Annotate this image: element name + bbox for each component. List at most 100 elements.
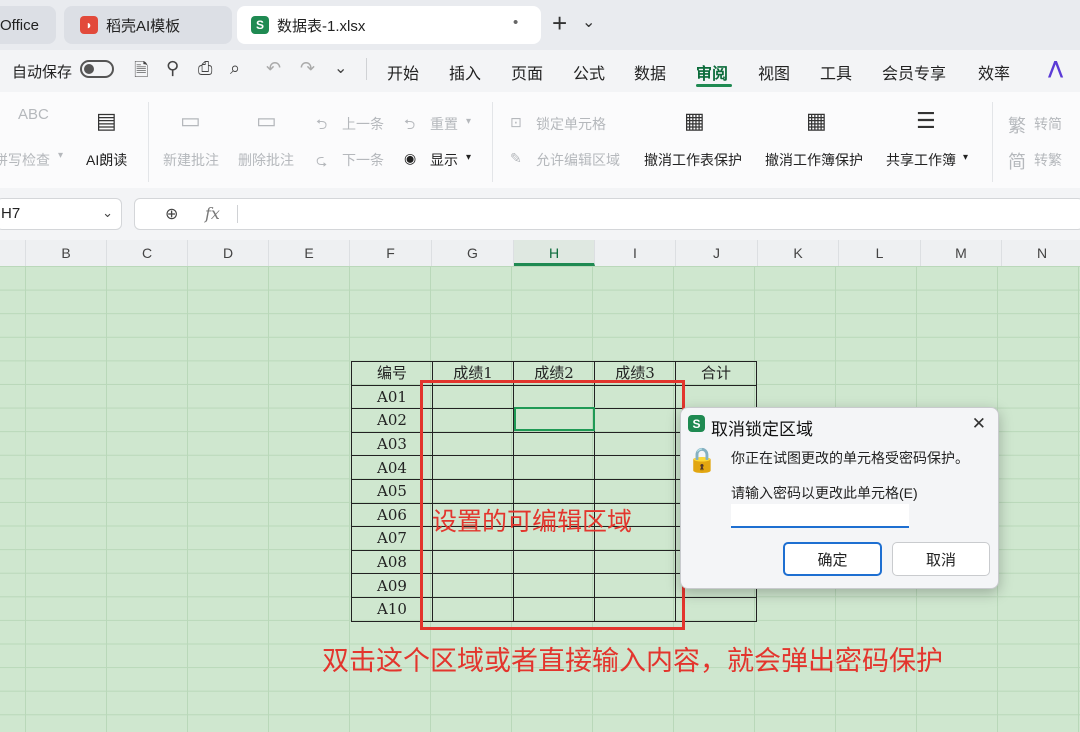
- more-chevron-icon[interactable]: ⌄: [334, 58, 347, 78]
- new-comment-button[interactable]: 新建批注: [163, 150, 219, 170]
- menu-page[interactable]: 页面: [511, 60, 543, 84]
- column-header-d[interactable]: D: [188, 240, 269, 266]
- menu-view[interactable]: 视图: [758, 60, 790, 84]
- name-box[interactable]: H7 ⌄: [0, 198, 122, 230]
- menu-tools[interactable]: 工具: [820, 60, 852, 84]
- spreadsheet-icon: S: [251, 16, 269, 34]
- instruction-annotation: 双击这个区域或者直接输入内容，就会弹出密码保护: [322, 646, 943, 676]
- autosave-label: 自动保存: [12, 64, 73, 81]
- dialog-message: 你正在试图更改的单元格受密码保护。: [731, 450, 969, 466]
- delete-comment-icon: ▭: [256, 108, 277, 133]
- new-tab-button[interactable]: +: [552, 8, 567, 39]
- spell-check-button[interactable]: 拼写检查: [0, 150, 50, 170]
- unprotect-sheet-button[interactable]: 撤消工作表保护: [644, 150, 742, 170]
- unsaved-dot-icon: •: [513, 14, 519, 31]
- lock-cell-icon: ⊡: [510, 114, 522, 130]
- tab-office[interactable]: Office: [0, 6, 56, 44]
- prev-comment-icon: ⮌: [316, 116, 328, 132]
- column-header-g[interactable]: G: [432, 240, 514, 266]
- column-header-c[interactable]: C: [107, 240, 188, 266]
- toggle-knob-icon: [84, 64, 94, 74]
- column-header-k[interactable]: K: [758, 240, 839, 266]
- menu-formula[interactable]: 公式: [573, 60, 605, 84]
- ok-button[interactable]: 确定: [783, 542, 882, 576]
- spell-check-icon: ABC: [18, 106, 49, 123]
- fx-icon[interactable]: fx: [205, 204, 220, 223]
- column-header-j[interactable]: J: [676, 240, 758, 266]
- table-cell[interactable]: [675, 596, 757, 622]
- menu-member[interactable]: 会员专享: [882, 60, 946, 84]
- unlock-range-dialog: S 取消锁定区域 ✕ 🔒 你正在试图更改的单元格受密码保护。 请输入密码以更改此…: [680, 407, 999, 589]
- allow-edit-range-button[interactable]: 允许编辑区域: [536, 150, 620, 170]
- to-traditional-button[interactable]: 转繁: [1034, 150, 1062, 170]
- chevron-down-icon: ▾: [58, 150, 64, 161]
- book-lock-icon: ▦: [806, 108, 827, 133]
- tab-spreadsheet[interactable]: S 数据表-1.xlsx •: [237, 6, 541, 44]
- menu-efficiency[interactable]: 效率: [978, 60, 1010, 84]
- ai-read-icon: ▤: [96, 108, 117, 133]
- cancel-button[interactable]: 取消: [892, 542, 990, 576]
- tab-list-chevron-icon[interactable]: ⌄: [582, 12, 595, 32]
- reset-icon: ⮌: [404, 116, 416, 132]
- save-icon[interactable]: 🗎: [134, 58, 148, 88]
- password-input[interactable]: [731, 504, 909, 528]
- table-cell[interactable]: [675, 384, 757, 410]
- active-menu-underline: [696, 84, 732, 87]
- autosave-toggle[interactable]: [80, 60, 114, 78]
- ai-logo-icon[interactable]: ⋀: [1048, 58, 1063, 79]
- format-painter-icon[interactable]: ⚲: [166, 58, 179, 79]
- column-header-i[interactable]: I: [595, 240, 676, 266]
- next-comment-icon: ⮎: [316, 152, 328, 168]
- corner-cell[interactable]: [0, 240, 26, 266]
- ai-read-button[interactable]: AI朗读: [86, 150, 127, 170]
- tab-label: 稻壳AI模板: [106, 17, 181, 35]
- column-header-e[interactable]: E: [269, 240, 350, 266]
- to-simplified-button[interactable]: 转简: [1034, 114, 1062, 134]
- column-header: B C D E F G H I J K L M N: [0, 240, 1080, 267]
- unprotect-book-button[interactable]: 撤消工作簿保护: [765, 150, 863, 170]
- chevron-down-icon: ▾: [466, 116, 472, 127]
- editable-area-annotation: 设置的可编辑区域: [432, 508, 633, 536]
- zoom-search-icon[interactable]: ⊕: [165, 204, 178, 224]
- dialog-title: 取消锁定区域: [711, 420, 813, 439]
- delete-comment-button[interactable]: 删除批注: [238, 150, 294, 170]
- menu-insert[interactable]: 插入: [449, 60, 481, 84]
- header-total[interactable]: 合计: [675, 361, 757, 386]
- chevron-down-icon[interactable]: ⌄: [102, 205, 113, 221]
- prev-comment-button[interactable]: 上一条: [342, 114, 384, 134]
- divider: [992, 102, 993, 182]
- close-icon[interactable]: ✕: [972, 414, 986, 434]
- column-header-f[interactable]: F: [350, 240, 432, 266]
- column-header-b[interactable]: B: [26, 240, 107, 266]
- column-header-h[interactable]: H: [514, 240, 595, 266]
- share-book-icon: ☰: [916, 108, 936, 133]
- tab-docer-templates[interactable]: ◗ 稻壳AI模板: [64, 6, 232, 44]
- reset-button[interactable]: 重置: [430, 114, 458, 134]
- divider: [492, 102, 493, 182]
- app-icon: S: [688, 415, 705, 432]
- menu-data[interactable]: 数据: [634, 60, 666, 84]
- docer-icon: ◗: [80, 16, 98, 34]
- lock-cell-button[interactable]: 锁定单元格: [536, 114, 606, 134]
- next-comment-button[interactable]: 下一条: [342, 150, 384, 170]
- show-button[interactable]: 显示: [430, 150, 458, 170]
- menu-review[interactable]: 审阅: [696, 60, 728, 84]
- print-preview-icon[interactable]: ⌕: [230, 58, 240, 79]
- column-header-l[interactable]: L: [839, 240, 921, 266]
- print-icon[interactable]: ⎙: [198, 58, 212, 79]
- share-book-button[interactable]: 共享工作簿: [886, 150, 956, 170]
- divider: [237, 205, 238, 223]
- formula-input[interactable]: ⊕ fx: [134, 198, 1080, 230]
- redo-icon[interactable]: ↷: [300, 58, 315, 79]
- column-header-n[interactable]: N: [1002, 240, 1080, 266]
- divider: [148, 102, 149, 182]
- menu-home[interactable]: 开始: [387, 60, 419, 84]
- new-comment-icon: ▭: [180, 108, 201, 133]
- chevron-down-icon: ▾: [963, 152, 969, 163]
- simplified-icon: 简: [1008, 152, 1026, 172]
- lock-icon: 🔒: [687, 447, 717, 474]
- undo-icon[interactable]: ↶: [266, 58, 281, 79]
- tab-bar: Office ◗ 稻壳AI模板 S 数据表-1.xlsx • + ⌄: [0, 0, 1080, 50]
- column-header-m[interactable]: M: [921, 240, 1002, 266]
- ribbon: [0, 92, 1080, 189]
